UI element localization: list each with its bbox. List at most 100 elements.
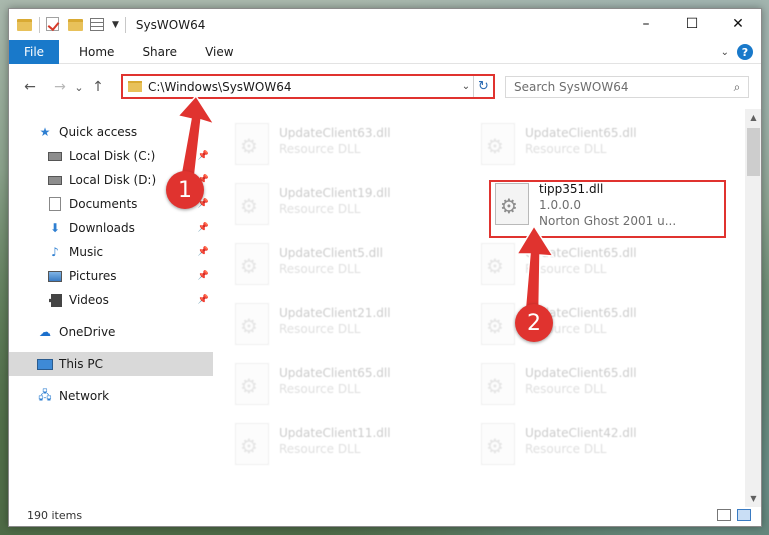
computer-icon bbox=[37, 357, 53, 371]
sidebar-item-this-pc[interactable]: This PC bbox=[9, 352, 213, 376]
large-icons-view-icon[interactable] bbox=[737, 509, 751, 521]
sidebar-item-label: Videos bbox=[69, 293, 109, 307]
cloud-icon: ☁ bbox=[39, 325, 51, 339]
ribbon-tabs: File Home Share View ⌄ ? bbox=[9, 39, 761, 64]
list-item[interactable]: UpdateClient65.dllResource DLL bbox=[473, 359, 709, 413]
window-title: SysWOW64 bbox=[135, 17, 206, 32]
sidebar-item-onedrive[interactable]: ☁ OneDrive bbox=[9, 320, 213, 344]
status-bar: 190 items bbox=[9, 505, 761, 526]
file-name: UpdateClient63.dll bbox=[279, 126, 391, 140]
dll-file-icon bbox=[481, 123, 515, 165]
maximize-button[interactable]: ☐ bbox=[669, 9, 715, 39]
file-type: Resource DLL bbox=[525, 142, 607, 156]
list-item[interactable]: UpdateClient65.dll Resource DLL bbox=[473, 239, 709, 293]
file-name: UpdateClient11.dll bbox=[279, 426, 391, 440]
chevron-down-icon[interactable]: ⌄ bbox=[721, 47, 729, 58]
file-type: Resource DLL bbox=[525, 262, 607, 276]
sidebar-item-pictures[interactable]: Pictures 📌 bbox=[9, 264, 213, 288]
back-button[interactable]: ← bbox=[19, 79, 41, 95]
file-name: UpdateClient65.dll bbox=[525, 126, 637, 140]
step-badge-1: 1 bbox=[166, 171, 204, 209]
customize-toolbar-dropdown-icon[interactable]: ▼ bbox=[112, 20, 119, 30]
folder-icon bbox=[17, 17, 33, 33]
dll-file-icon bbox=[235, 183, 269, 225]
list-item[interactable]: UpdateClient65.dll Resource DLL bbox=[227, 359, 463, 413]
pin-icon[interactable]: 📌 bbox=[198, 151, 209, 161]
up-button[interactable]: ↑ bbox=[87, 79, 109, 95]
network-icon: 🖧 bbox=[38, 387, 52, 402]
dll-file-icon bbox=[481, 363, 515, 405]
list-item[interactable]: UpdateClient65.dllResource DLL bbox=[473, 299, 709, 353]
properties-icon[interactable] bbox=[90, 17, 106, 33]
help-icon[interactable]: ? bbox=[737, 44, 753, 60]
address-bar[interactable]: C:\Windows\SysWOW64 ⌄ ↻ bbox=[121, 74, 495, 99]
close-button[interactable]: ✕ bbox=[715, 9, 761, 39]
sidebar-item-music[interactable]: ♪ Music 📌 bbox=[9, 240, 213, 264]
list-item[interactable]: UpdateClient19.dll Resource DLL bbox=[227, 179, 463, 233]
list-item[interactable]: UpdateClient11.dll Resource DLL bbox=[227, 419, 463, 473]
search-icon[interactable]: ⌕ bbox=[726, 80, 748, 95]
file-type: Resource DLL bbox=[279, 322, 361, 336]
navigation-pane: ★ Quick access Local Disk (C:) 📌 Local D… bbox=[9, 109, 213, 507]
vertical-scrollbar[interactable]: ▲ ▼ bbox=[745, 109, 761, 507]
pin-icon[interactable]: 📌 bbox=[198, 223, 209, 233]
new-folder-icon[interactable] bbox=[68, 17, 84, 33]
sidebar-item-videos[interactable]: Videos 📌 bbox=[9, 288, 213, 312]
documents-icon bbox=[47, 197, 63, 211]
sidebar-item-quick-access[interactable]: ★ Quick access bbox=[9, 120, 213, 144]
file-name: UpdateClient65.dll bbox=[525, 246, 637, 260]
sidebar-item-local-disk-c[interactable]: Local Disk (C:) 📌 bbox=[9, 144, 213, 168]
window-controls: – ☐ ✕ bbox=[623, 9, 761, 39]
tab-home[interactable]: Home bbox=[59, 40, 128, 64]
address-dropdown-icon[interactable]: ⌄ bbox=[459, 81, 473, 92]
file-type: Resource DLL bbox=[279, 382, 361, 396]
list-item[interactable]: UpdateClient63.dll Resource DLL bbox=[227, 119, 463, 173]
file-name: UpdateClient65.dll bbox=[279, 366, 391, 380]
tab-file[interactable]: File bbox=[9, 39, 59, 64]
sidebar-item-label: Downloads bbox=[69, 221, 135, 235]
search-box[interactable]: ⌕ bbox=[505, 76, 749, 98]
refresh-icon[interactable]: ↻ bbox=[473, 76, 493, 97]
list-item[interactable]: UpdateClient42.dll Resource DLL bbox=[473, 419, 709, 473]
search-input[interactable] bbox=[514, 80, 726, 94]
pictures-icon bbox=[47, 269, 63, 283]
sidebar-item-label: OneDrive bbox=[59, 325, 116, 339]
checkmark-icon[interactable] bbox=[46, 16, 62, 33]
sidebar-item-label: Pictures bbox=[69, 269, 117, 283]
file-name: UpdateClient19.dll bbox=[279, 186, 391, 200]
file-name: UpdateClient65.dll bbox=[525, 366, 637, 380]
forward-button[interactable]: → bbox=[49, 79, 71, 95]
dll-file-icon bbox=[235, 303, 269, 345]
file-name: UpdateClient42.dll bbox=[525, 426, 637, 440]
address-path[interactable]: C:\Windows\SysWOW64 bbox=[148, 80, 459, 94]
file-type: Resource DLL bbox=[279, 442, 361, 456]
sidebar-item-label: Local Disk (D:) bbox=[69, 173, 157, 187]
star-icon: ★ bbox=[39, 125, 51, 139]
dll-file-icon bbox=[235, 243, 269, 285]
sidebar-item-label: Music bbox=[69, 245, 104, 259]
scroll-up-icon[interactable]: ▲ bbox=[745, 109, 761, 126]
scrollbar-thumb[interactable] bbox=[747, 128, 760, 176]
dll-file-icon bbox=[481, 243, 515, 285]
folder-icon bbox=[128, 81, 142, 92]
list-item[interactable]: UpdateClient21.dll Resource DLL bbox=[227, 299, 463, 353]
navigation-bar: ← → ⌄ ↑ C:\Windows\SysWOW64 ⌄ ↻ ⌕ bbox=[9, 65, 761, 109]
step-badge-2: 2 bbox=[515, 304, 553, 342]
details-view-icon[interactable] bbox=[717, 509, 731, 521]
minimize-button[interactable]: – bbox=[623, 9, 669, 39]
sidebar-item-network[interactable]: 🖧 Network bbox=[9, 384, 213, 408]
sidebar-item-downloads[interactable]: ⬇ Downloads 📌 bbox=[9, 216, 213, 240]
list-item[interactable]: UpdateClient5.dll Resource DLL bbox=[227, 239, 463, 293]
toolbar-divider bbox=[39, 16, 40, 33]
file-type: Resource DLL bbox=[279, 262, 361, 276]
quick-access-toolbar: ▼ bbox=[9, 16, 126, 33]
list-item[interactable]: UpdateClient65.dll Resource DLL bbox=[473, 119, 709, 173]
highlight-box bbox=[489, 180, 726, 238]
drive-icon bbox=[47, 173, 63, 187]
pin-icon[interactable]: 📌 bbox=[198, 271, 209, 281]
tab-view[interactable]: View bbox=[191, 40, 247, 64]
recent-locations-button[interactable]: ⌄ bbox=[71, 81, 87, 94]
pin-icon[interactable]: 📌 bbox=[198, 247, 209, 257]
tab-share[interactable]: Share bbox=[128, 40, 191, 64]
pin-icon[interactable]: 📌 bbox=[198, 295, 209, 305]
